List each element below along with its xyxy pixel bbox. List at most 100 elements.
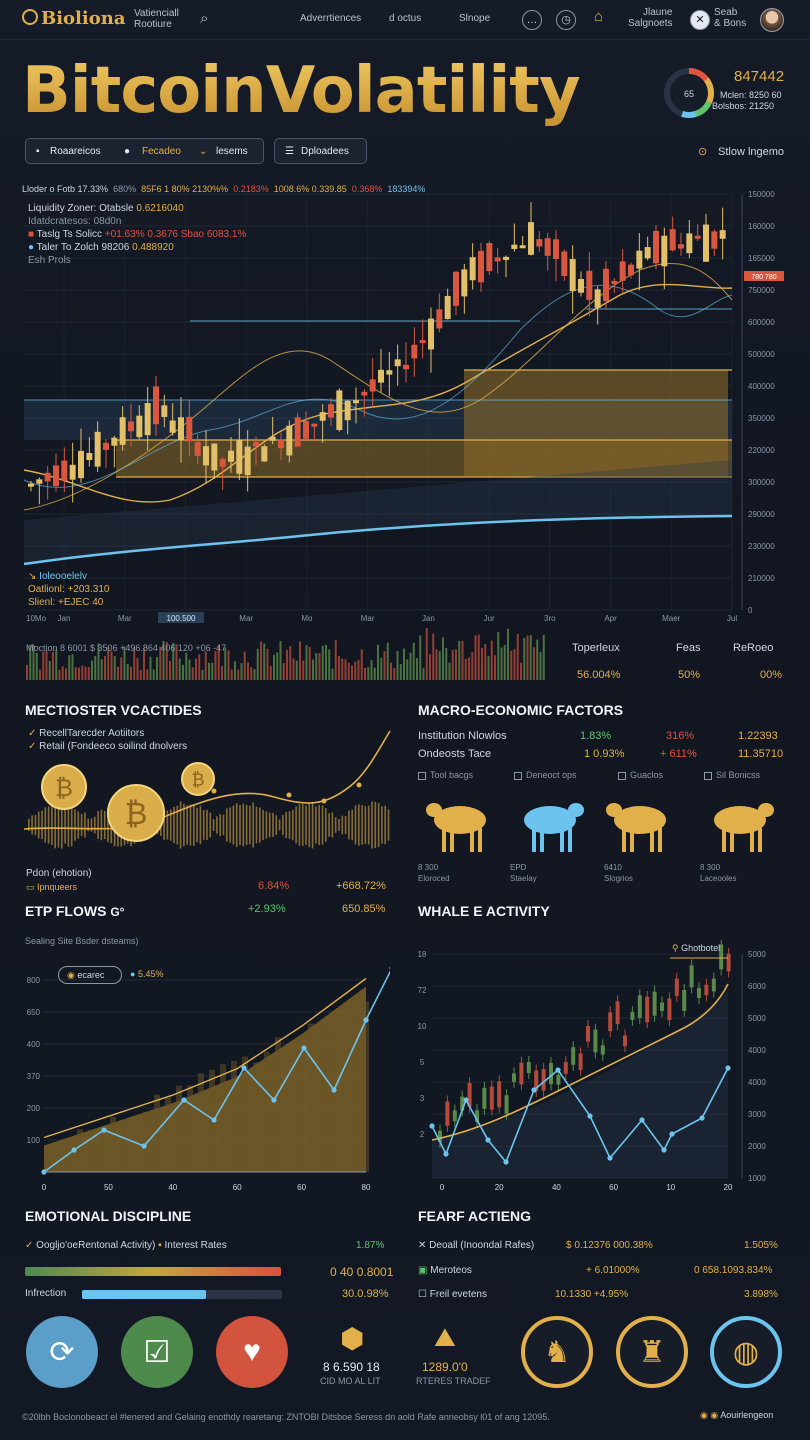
nav-right-1[interactable]: Jlaune Salgnoets — [628, 7, 672, 29]
check-chart-icon[interactable]: ☑ — [121, 1316, 193, 1388]
chart-info-panel: Liquidity Zoner: Otabsle 0.6216040 Idatd… — [28, 203, 247, 266]
box-gold-icon[interactable]: ⬢ — [340, 1322, 364, 1355]
volume-bar — [422, 668, 425, 680]
filter-dropdown[interactable]: Fecadeo — [142, 146, 181, 157]
wave-bar — [199, 805, 202, 845]
legend-item: 0.368% — [351, 184, 383, 194]
volume-bar — [152, 669, 155, 680]
volume-bar — [237, 669, 240, 680]
volume-bar — [494, 655, 496, 680]
volume-bar — [325, 644, 327, 680]
chat-icon[interactable]: … — [522, 10, 542, 30]
wave-bar — [186, 805, 188, 845]
etf-bar — [99, 1134, 105, 1172]
wave-bar — [245, 804, 248, 846]
avatar[interactable] — [760, 8, 784, 32]
volume-bar — [198, 654, 201, 680]
globe-icon[interactable]: ◍ — [710, 1316, 782, 1388]
candle — [544, 238, 551, 256]
whale-candle — [556, 1074, 561, 1085]
wave-bar — [37, 811, 40, 839]
nav-right-2[interactable]: Seab & Bons — [714, 7, 746, 29]
candle — [236, 439, 243, 474]
settings-icon[interactable]: ⊙ — [698, 145, 707, 158]
whale-candle — [586, 1026, 590, 1042]
etf-badge-1[interactable]: ◉ ecarec — [58, 966, 122, 984]
volume-bar — [78, 667, 80, 680]
macro-title: MACRO-ECONOMIC FACTORS — [418, 702, 624, 718]
candle — [44, 472, 51, 482]
candle — [478, 250, 484, 283]
whale-candle — [704, 984, 709, 996]
filter-option-3[interactable]: lesems — [216, 146, 248, 157]
wave-bar — [77, 811, 80, 839]
etf-bar — [242, 1056, 248, 1172]
bear-icon[interactable]: ♜ — [616, 1316, 688, 1388]
volume-bar — [516, 633, 519, 680]
infection-bar-track — [82, 1290, 282, 1299]
trade-chart-icon[interactable]: ⛰ — [434, 1322, 456, 1354]
x-tick-label: Maer — [662, 614, 681, 623]
sync-icon[interactable]: ⟳ — [26, 1316, 98, 1388]
wave-bar — [209, 812, 212, 838]
etf-bar — [363, 1001, 369, 1172]
etf-point — [271, 1097, 277, 1103]
animal-leg — [478, 828, 482, 852]
filter-right-text[interactable]: Stlow lngemo — [718, 146, 784, 158]
y-tick-label: 290000 — [748, 510, 775, 519]
fear-row-3-right: 3.898% — [744, 1289, 778, 1300]
volume-bar — [146, 669, 149, 680]
home-icon[interactable]: ⌂ — [594, 8, 603, 25]
whale-chart[interactable]: 1872105325000600050004000400030002000100… — [410, 940, 800, 1196]
etf-point — [101, 1127, 107, 1133]
animal-leg — [560, 828, 564, 852]
candle — [411, 344, 418, 359]
macro-check-4[interactable]: Sil Bonicss — [704, 770, 760, 780]
app-logo[interactable]: Bioliona — [22, 8, 126, 29]
volume-bar — [214, 650, 217, 680]
wave-bar — [232, 805, 235, 845]
volume-bar — [419, 635, 422, 680]
heart-rate-icon[interactable]: ♥ — [216, 1316, 288, 1388]
filter-pill-2[interactable]: ☰ Dploadees — [274, 138, 367, 164]
etf-bar — [198, 1073, 204, 1172]
legend-item: 85F6 1 80% 2130%% — [141, 184, 229, 194]
footer-right[interactable]: ◉ ◉ Aouirlengeon — [700, 1410, 773, 1421]
filter-option-1[interactable]: Roaareicos — [50, 146, 101, 157]
wave-bar — [179, 801, 182, 849]
sentiment-point — [211, 788, 217, 794]
volume-bar — [393, 668, 396, 680]
nav-link-1[interactable]: Adverrtiences — [300, 13, 361, 24]
vol-value-1: 56.004% — [577, 669, 621, 681]
etf-chart[interactable]: 800 650 400 370 200 100 0 50 40 60 60 80 — [18, 950, 390, 1196]
wave-bar — [31, 815, 33, 835]
bull-icon[interactable]: ♞ — [521, 1316, 593, 1388]
wave-bar — [288, 811, 291, 839]
nav-link-2[interactable]: d octus — [389, 13, 421, 24]
macro-check-2[interactable]: Deneoct ops — [514, 770, 577, 780]
y-right-tick-label: 1000 — [748, 1174, 766, 1183]
wave-bar — [193, 804, 195, 846]
clock-icon[interactable]: ◷ — [556, 10, 576, 30]
candle — [53, 465, 59, 487]
x-tick-label: Jul — [727, 614, 737, 623]
close-icon[interactable]: ✕ — [690, 10, 710, 30]
animal-head — [426, 803, 442, 817]
candle — [94, 431, 101, 467]
volume-bar — [256, 648, 259, 680]
search-icon[interactable]: ⌕ — [200, 10, 208, 27]
volume-bar — [503, 644, 506, 680]
macro-check-1[interactable]: Tool bacgs — [418, 770, 473, 780]
sentiment-point — [286, 792, 292, 798]
y-tick-label: 165000 — [748, 254, 775, 263]
y-right-tick-label: 2000 — [748, 1142, 766, 1151]
macro-check-3[interactable]: Guaclos — [618, 770, 663, 780]
volume-bar — [182, 664, 184, 680]
wave-bar — [74, 809, 76, 841]
filter-group[interactable]: ▪ Roaareicos ● Fecadeo ⌄ lesems — [25, 138, 264, 164]
volume-bar — [510, 650, 513, 680]
volume-bar — [435, 649, 438, 680]
nav-link-3[interactable]: Slnope — [459, 13, 490, 24]
etf-bar — [352, 1010, 358, 1172]
whale-candle — [489, 1086, 494, 1110]
